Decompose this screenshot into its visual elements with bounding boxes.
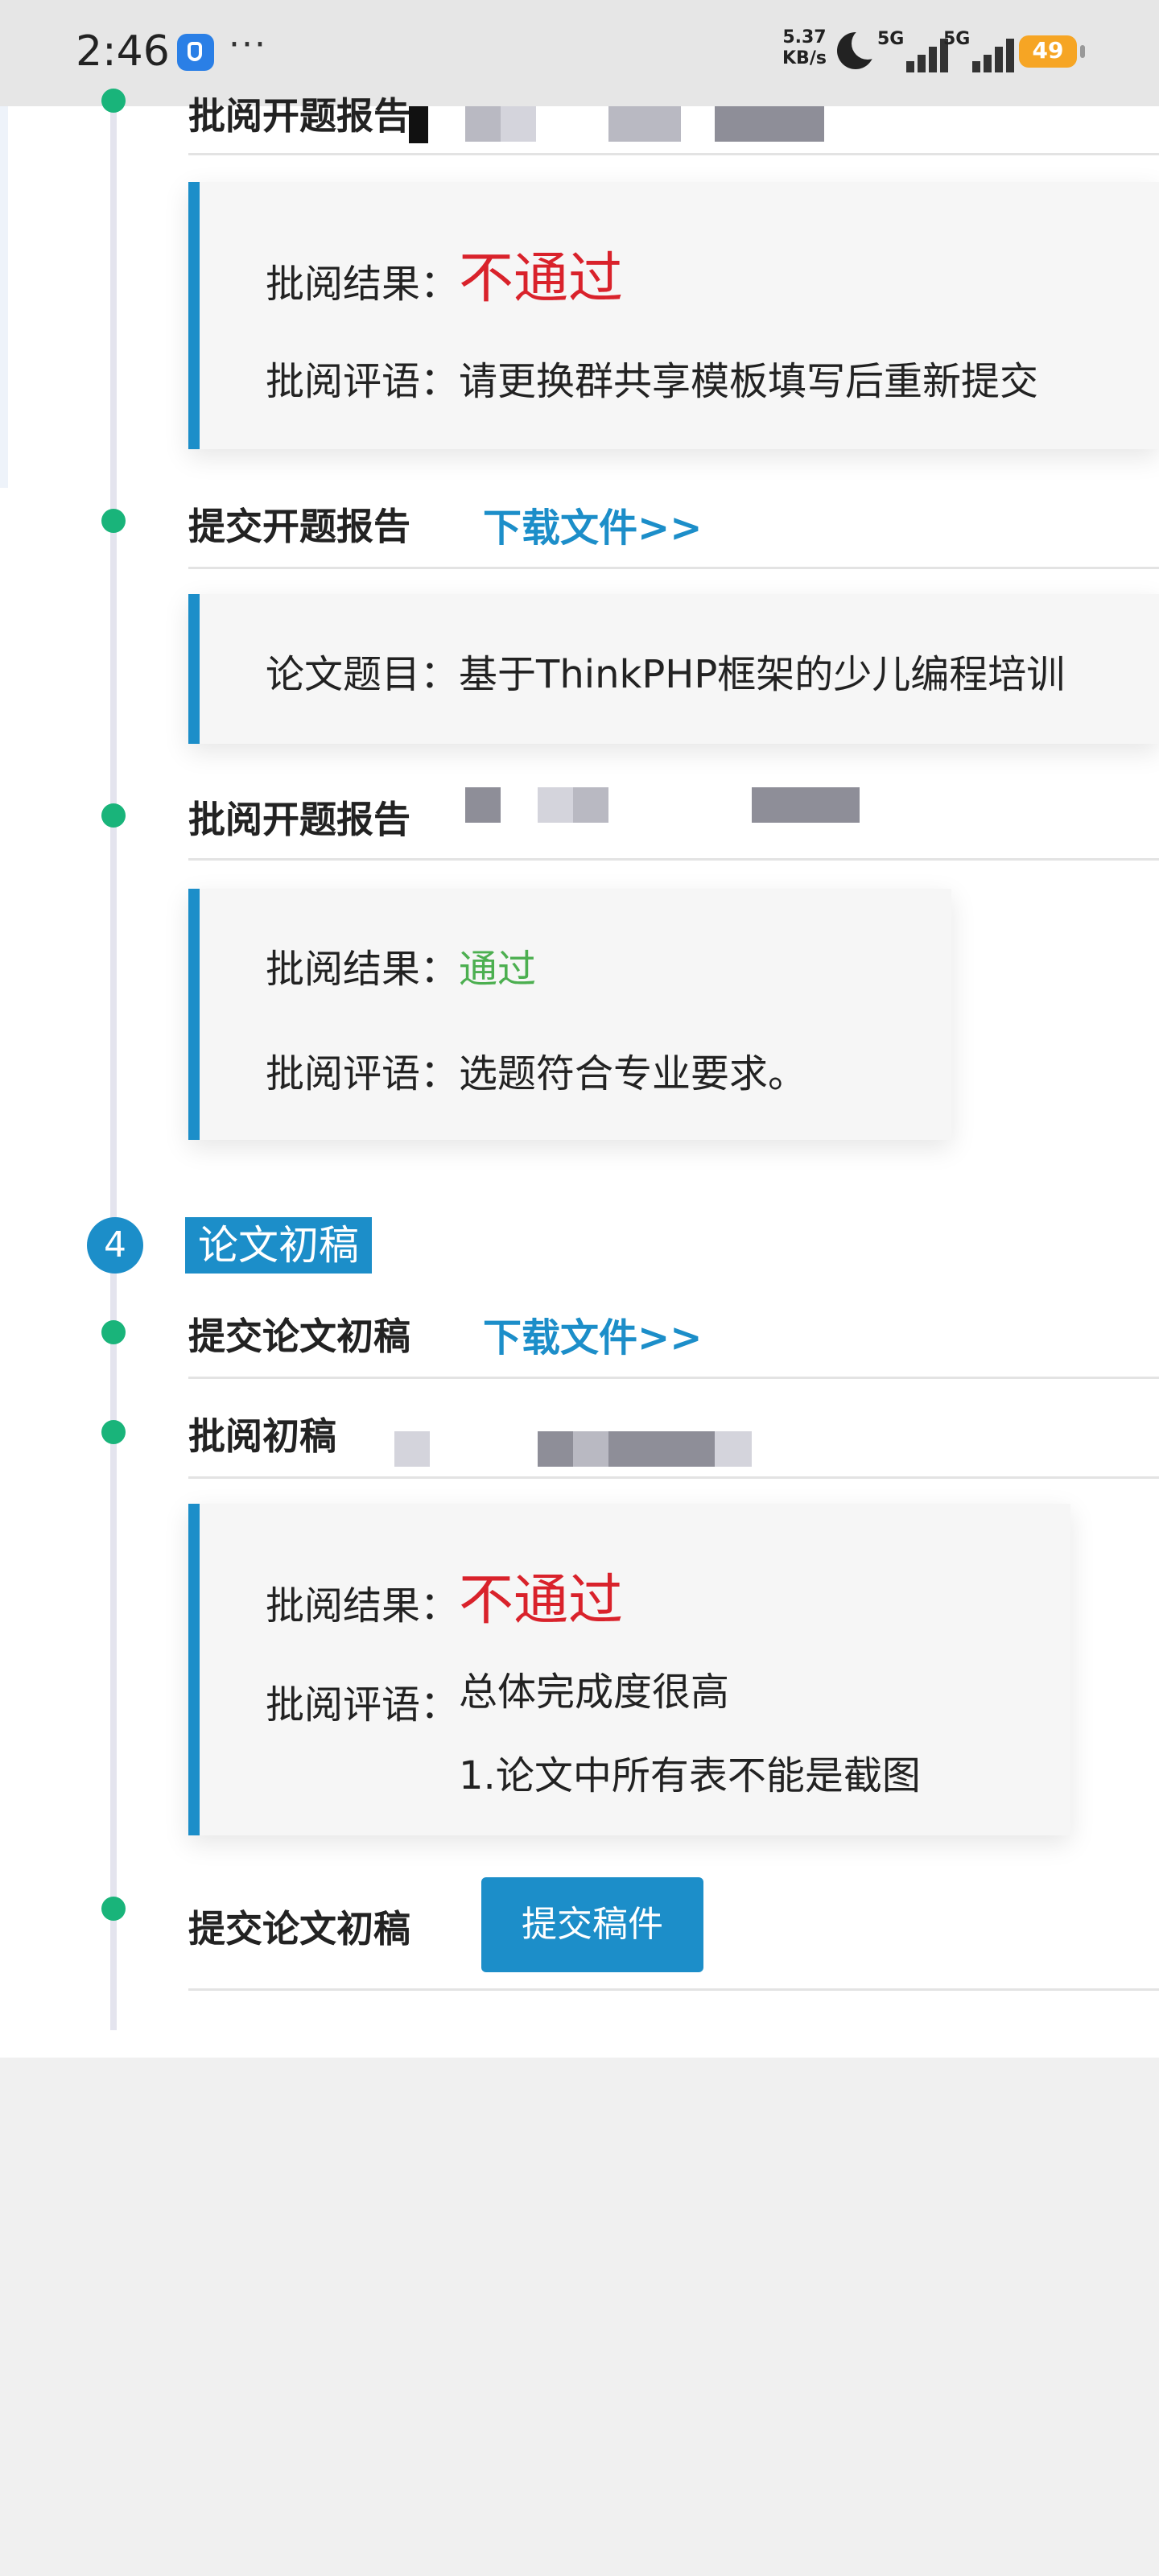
redacted-block <box>715 1431 752 1467</box>
redacted-block <box>394 1431 430 1467</box>
review-comment: 批阅评语：选题符合专业要求。 <box>266 1042 806 1098</box>
battery-icon: 49 <box>1019 35 1085 68</box>
network-speed-unit: KB/s <box>782 48 827 68</box>
entry-title: 批阅开题报告 <box>188 798 410 841</box>
download-file-link[interactable]: 下载文件>> <box>483 1306 702 1362</box>
review-comment-label: 批阅评语： <box>266 1682 460 1728</box>
timeline-dot <box>101 1320 126 1344</box>
review-comment: 批阅评语：请更换群共享模板填写后重新提交 <box>266 349 1038 406</box>
timeline-dot <box>101 89 126 113</box>
redacted-block <box>501 106 536 142</box>
entry-title: 提交论文初稿 <box>188 1315 410 1358</box>
more-notifications-icon: ··· <box>229 24 267 65</box>
entry-title: 批阅开题报告 <box>188 94 410 138</box>
network-speed: 5.37 KB/s <box>782 27 827 69</box>
redacted-block <box>752 787 860 823</box>
timeline-dot <box>101 1897 126 1921</box>
timeline-dot <box>101 509 126 533</box>
redacted-block <box>538 787 573 823</box>
review-result-label: 批阅结果： <box>266 947 460 992</box>
review-comment-value: 请更换群共享模板填写后重新提交 <box>459 359 1039 404</box>
review-comment-value: 选题符合专业要求。 <box>459 1051 807 1096</box>
redacted-block <box>573 787 608 823</box>
redacted-block <box>573 1431 608 1467</box>
review-comment-line: 总体完成度很高 <box>459 1670 730 1715</box>
review-result-value: 不通过 <box>459 1569 624 1633</box>
redacted-block <box>608 106 681 142</box>
review-result-label: 批阅结果： <box>266 262 460 307</box>
redacted-block <box>608 1431 715 1467</box>
do-not-disturb-icon <box>837 27 884 69</box>
side-edge <box>0 106 8 488</box>
submit-draft-button[interactable]: 提交稿件 <box>481 1877 703 1972</box>
clock: 2:46 <box>76 27 170 76</box>
signal-label: 5G <box>877 29 905 49</box>
signal-label: 5G <box>943 29 971 49</box>
review-comment-label: 批阅评语： <box>266 359 460 404</box>
redacted-block <box>538 1431 573 1467</box>
redacted-block <box>715 106 824 142</box>
review-comment-line: 1.论文中所有表不能是截图 <box>459 1753 921 1798</box>
timeline-dot <box>101 1420 126 1444</box>
timeline-dot <box>101 803 126 828</box>
redacted-block <box>409 106 428 143</box>
step-title: 论文初稿 <box>185 1217 372 1274</box>
entry-title: 提交开题报告 <box>188 505 410 548</box>
review-result-value: 通过 <box>459 947 537 992</box>
thesis-topic-value: 基于ThinkPHP框架的少儿编程培训 <box>459 652 1066 697</box>
redacted-block <box>465 106 501 142</box>
status-bar: 2:46 ··· 5.37 KB/s 5G 5G 49 <box>0 0 1159 106</box>
review-comment: 批阅评语： 总体完成度很高 1.论文中所有表不能是截图 <box>266 1670 921 1818</box>
review-result-value: 不通过 <box>459 247 624 311</box>
network-speed-value: 5.37 <box>782 27 827 47</box>
divider <box>188 858 1159 861</box>
entry-title: 提交论文初稿 <box>188 1907 410 1951</box>
timeline-line <box>110 106 117 2030</box>
redacted-block <box>465 787 501 823</box>
download-file-link[interactable]: 下载文件>> <box>483 496 702 552</box>
thesis-topic: 论文题目：基于ThinkPHP框架的少儿编程培训 <box>266 642 1065 699</box>
divider <box>188 567 1159 569</box>
review-result: 批阅结果：不通过 <box>266 233 623 313</box>
step-number-badge: 4 <box>87 1217 143 1274</box>
review-comment-label: 批阅评语： <box>266 1051 460 1096</box>
divider <box>188 1476 1159 1479</box>
review-result: 批阅结果：不通过 <box>266 1555 623 1635</box>
battery-level: 49 <box>1032 37 1064 64</box>
divider <box>188 1988 1159 1991</box>
review-card <box>188 182 1159 449</box>
signal-icon: 5G <box>943 29 1021 72</box>
app-notification-icon <box>177 34 214 71</box>
thesis-topic-label: 论文题目： <box>266 652 460 697</box>
divider <box>188 1377 1159 1379</box>
divider <box>188 153 1159 155</box>
review-timeline: 批阅开题报告 批阅结果：不通过 批阅评语：请更换群共享模板填写后重新提交 提交开… <box>0 89 1159 2058</box>
entry-title: 批阅初稿 <box>188 1414 336 1458</box>
review-result: 批阅结果：通过 <box>266 937 536 993</box>
review-result-label: 批阅结果： <box>266 1583 460 1629</box>
review-card <box>188 889 951 1140</box>
